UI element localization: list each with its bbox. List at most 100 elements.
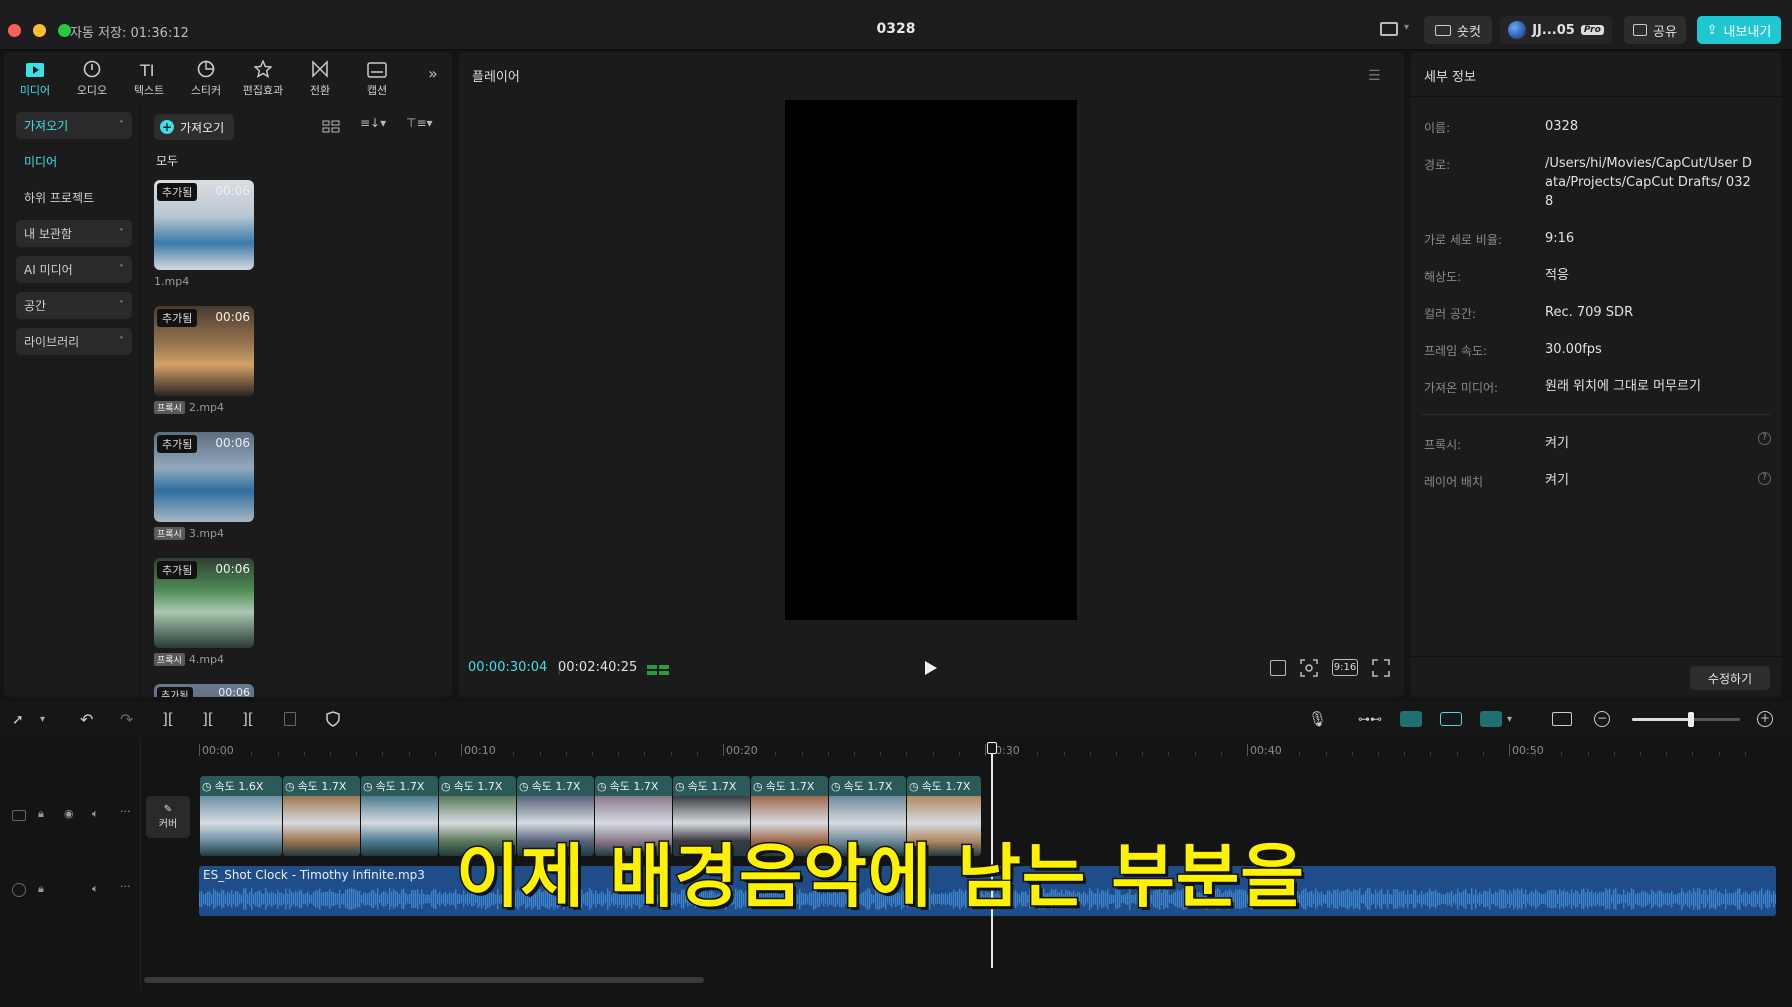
waveform-bar (439, 891, 441, 907)
video-preview[interactable] (785, 100, 1077, 620)
tab-transition[interactable]: 전환 (292, 52, 348, 104)
video-clip[interactable]: ◷ 속도 1.7X (360, 776, 438, 856)
waveform-bar (1663, 893, 1665, 905)
lock-icon[interactable]: 🔒︎ (38, 882, 44, 896)
clip-speed-text: 속도 1.7X (375, 780, 425, 793)
shortcut-button[interactable]: 숏컷 (1424, 16, 1492, 44)
view-toggle-icon[interactable] (322, 118, 340, 133)
share-button[interactable]: 공유 (1624, 16, 1686, 44)
playhead-handle[interactable] (987, 742, 997, 754)
waveform-bar (1657, 891, 1659, 907)
audio-clip-label: ES_Shot Clock - Timothy Infinite.mp3 (203, 868, 425, 882)
more-icon[interactable]: ··· (120, 880, 131, 893)
quality-icon[interactable] (1270, 660, 1286, 676)
trim-left-icon[interactable]: ][ (202, 710, 214, 728)
trim-right-icon[interactable]: ][ (242, 710, 254, 728)
layout-chevron-icon[interactable]: ▾ (1404, 22, 1409, 33)
shield-icon[interactable] (326, 711, 340, 727)
modify-button[interactable]: 수정하기 (1690, 666, 1770, 690)
filter-icon[interactable]: ⊤≡▾ (406, 116, 433, 130)
redo-icon[interactable]: ↷ (120, 710, 133, 729)
sort-icon[interactable]: ≡↓▾ (360, 116, 386, 130)
import-button[interactable]: + 가져오기 (154, 114, 234, 140)
play-button[interactable] (924, 660, 938, 676)
sidebar-item-my-library[interactable]: 내 보관함 ˅ (16, 220, 132, 247)
waveform-bar (1591, 890, 1593, 908)
media-thumbnail[interactable]: 추가됨 00:06 (154, 180, 254, 270)
waveform-bar (1453, 895, 1455, 903)
sidebar-item-library[interactable]: 라이브러리 ˅ (16, 328, 132, 355)
zoom-out-icon[interactable]: − (1594, 711, 1610, 727)
duration-label: 00:06 (215, 436, 250, 450)
auto-snap-icon[interactable] (1440, 712, 1462, 726)
media-thumbnail[interactable]: 추가됨 00:06 (154, 432, 254, 522)
cover-button[interactable]: ✎ 커버 (146, 796, 190, 838)
speaker-icon[interactable]: 🔈︎ (92, 807, 99, 821)
media-filename: 1.mp4 (154, 275, 190, 288)
info-icon[interactable]: ? (1758, 432, 1771, 445)
waveform-bar (1747, 893, 1749, 905)
eye-icon[interactable]: ◉ (64, 807, 74, 820)
waveform-bar (257, 891, 259, 907)
lock-icon[interactable]: 🔒︎ (38, 807, 44, 821)
sidebar-item-import[interactable]: 가져오기 ˄ (16, 112, 132, 139)
media-thumbnail-partial[interactable]: 추가됨 00:06 (154, 684, 254, 697)
svg-text:TI: TI (139, 62, 155, 78)
tab-transition-label: 전환 (309, 84, 331, 97)
video-clip[interactable]: ◷ 속도 1.6X (199, 776, 282, 856)
tab-text[interactable]: TI 텍스트 (121, 52, 177, 104)
delete-icon[interactable] (284, 712, 296, 726)
preview-axis-icon[interactable] (1480, 711, 1502, 727)
waveform-bar (1401, 891, 1403, 907)
waveform-bar (1549, 890, 1551, 908)
chevron-down-icon: ˅ (119, 300, 124, 311)
microphone-icon[interactable]: 🎙 (1308, 710, 1327, 728)
fullscreen-icon[interactable] (1372, 659, 1390, 677)
waveform-bar (1713, 889, 1715, 908)
media-thumbnail[interactable]: 추가됨 00:06 (154, 558, 254, 648)
video-clip[interactable]: ◷ 속도 1.7X (282, 776, 360, 856)
link-icon[interactable]: ⊶⊷ (1358, 712, 1382, 726)
sidebar-item-subprojects[interactable]: 하위 프로젝트 (16, 184, 132, 211)
sidebar-item-ai-media[interactable]: AI 미디어 ˅ (16, 256, 132, 283)
tab-captions[interactable]: 캡션 (349, 52, 405, 104)
magnet-snap-icon[interactable] (1400, 711, 1422, 727)
ruler-minor-tick (513, 752, 515, 756)
sidebar-divider (140, 104, 141, 697)
player-menu-icon[interactable]: ☰ (1368, 68, 1381, 84)
zoom-in-icon[interactable]: + (1757, 711, 1773, 727)
account-button[interactable]: JJ...05 Pro (1500, 16, 1612, 44)
preview-axis-chevron-icon[interactable]: ▾ (1507, 714, 1512, 725)
caption-track-icon[interactable] (1552, 712, 1572, 726)
tab-sticker[interactable]: 스티커 (178, 52, 234, 104)
tab-audio[interactable]: 오디오 (64, 52, 120, 104)
split-icon[interactable]: ][ (162, 710, 174, 728)
undo-icon[interactable]: ↶ (80, 710, 93, 729)
speed-icon: ◷ (285, 779, 295, 793)
info-icon[interactable]: ? (1758, 472, 1771, 485)
sidebar-item-space[interactable]: 공간 ˅ (16, 292, 132, 319)
waveform-bar (237, 891, 239, 907)
media-thumbnail[interactable]: 추가됨 00:06 (154, 306, 254, 396)
more-icon[interactable]: ··· (120, 805, 131, 818)
tab-effects[interactable]: 편집효과 (235, 52, 291, 104)
select-tool-chevron-icon[interactable]: ▾ (40, 714, 45, 725)
export-button[interactable]: ⇪ 내보내기 (1697, 16, 1781, 44)
ruler-minor-tick (1037, 752, 1039, 756)
zoom-slider[interactable] (1632, 712, 1740, 727)
timeline-scrollbar[interactable] (144, 977, 704, 983)
zoom-slider-thumb[interactable] (1688, 712, 1695, 727)
timeline-ruler[interactable]: 00:00 00:10 00:20 00:30 00:40 00:50 (0, 738, 1792, 760)
ruler-minor-tick (1378, 752, 1379, 756)
speaker-icon[interactable]: 🔈︎ (92, 882, 99, 896)
aspect-ratio-button[interactable]: 9:16 (1332, 659, 1358, 676)
layout-icon[interactable] (1380, 22, 1398, 36)
tab-media[interactable]: 미디어 (7, 52, 63, 104)
waveform-bar (1511, 893, 1513, 905)
waveform-bar (307, 891, 309, 907)
more-tabs-icon[interactable]: » (428, 64, 438, 83)
snapshot-icon[interactable] (1300, 659, 1318, 677)
select-tool-icon[interactable]: ➚ (12, 712, 24, 728)
waveform-bar (1463, 890, 1465, 908)
sidebar-item-media[interactable]: 미디어 (16, 148, 132, 175)
